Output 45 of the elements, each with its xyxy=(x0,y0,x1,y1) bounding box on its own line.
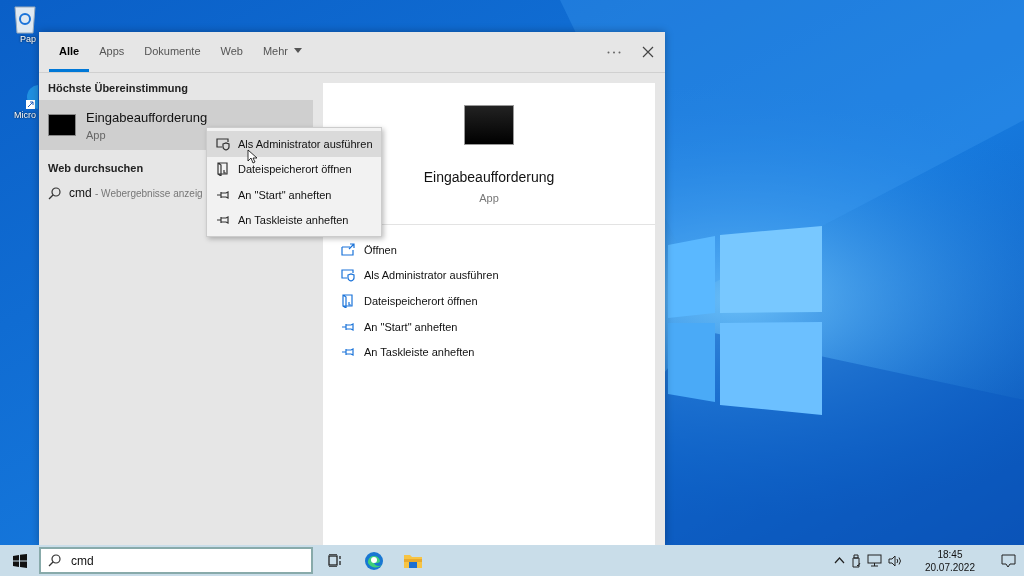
action-link[interactable]: Als Administrator ausführen xyxy=(341,262,637,289)
windows-logo-icon xyxy=(12,553,27,568)
filter-tab[interactable]: Dokumente xyxy=(134,32,211,72)
section-heading: Web durchsuchen xyxy=(47,161,145,176)
recycle-bin-icon[interactable] xyxy=(12,4,38,34)
app-type: App xyxy=(479,192,499,204)
console-icon xyxy=(48,114,76,136)
filter-tab[interactable]: Mehr xyxy=(252,32,312,72)
result-type: App xyxy=(86,128,107,141)
open-window-icon xyxy=(341,242,355,257)
section-heading: Höchste Übereinstimmung xyxy=(47,81,189,96)
desktop-icon-label: Pap xyxy=(20,34,37,44)
action-link[interactable]: An "Start" anheften xyxy=(341,313,637,340)
console-icon xyxy=(464,105,514,145)
usb-drive-icon[interactable] xyxy=(850,553,861,568)
ellipsis-icon xyxy=(607,50,621,54)
filter-tab[interactable]: Apps xyxy=(89,32,135,72)
search-field[interactable]: cmd xyxy=(39,547,313,574)
result-title: Eingabeaufforderung xyxy=(86,109,208,125)
shield-window-icon xyxy=(216,136,230,151)
action-link[interactable]: Öffnen xyxy=(341,237,637,263)
search-icon xyxy=(48,186,61,200)
caret-icon xyxy=(294,48,302,53)
folder-page-icon xyxy=(216,162,230,177)
cursor-icon xyxy=(247,149,257,164)
menu-item[interactable]: Dateispeicherort öffnen xyxy=(207,156,381,182)
search-icon xyxy=(48,554,61,567)
menu-item[interactable]: Als Administrator ausführen xyxy=(207,131,381,157)
action-link[interactable]: An Taskleiste anheften xyxy=(341,339,637,365)
menu-item[interactable]: An Taskleiste anheften xyxy=(207,207,381,233)
desktop-icon-label: Micro xyxy=(14,110,37,120)
network-icon[interactable] xyxy=(866,554,882,567)
filter-tab[interactable]: Alle xyxy=(49,32,90,72)
notification-icon[interactable] xyxy=(1001,553,1016,568)
menu-item[interactable]: An "Start" anheften xyxy=(207,182,381,208)
close-icon xyxy=(642,46,654,58)
folder-page-icon xyxy=(341,294,355,308)
shield-window-icon xyxy=(341,268,355,283)
speaker-icon[interactable] xyxy=(887,554,903,567)
action-link[interactable]: Dateispeicherort öffnen xyxy=(341,288,637,314)
chevron-up-icon[interactable] xyxy=(833,557,845,564)
app-title: Eingabeaufforderung xyxy=(423,169,555,185)
web-result-link[interactable]: cmd - Webergebnisse anzeig xyxy=(69,186,203,200)
filter-tab[interactable]: Web xyxy=(210,32,253,72)
clock[interactable]: 18:45 20.07.2022 xyxy=(918,547,981,574)
